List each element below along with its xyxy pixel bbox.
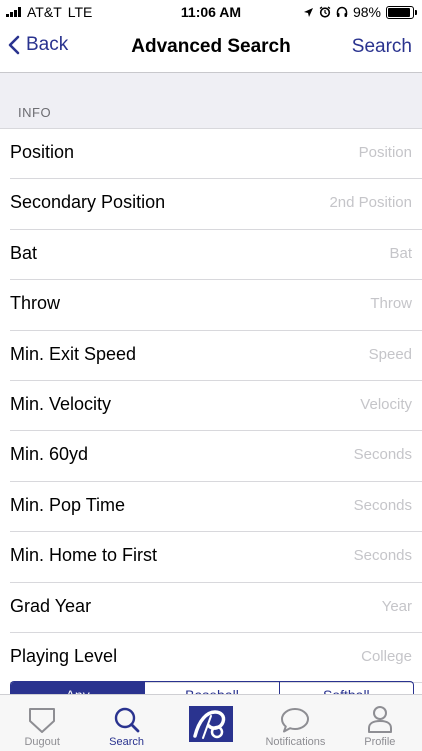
row-min-pop-time[interactable]: Min. Pop Time Seconds (10, 482, 422, 533)
row-label: Playing Level (10, 645, 118, 666)
row-placeholder: College (361, 647, 412, 665)
row-bat[interactable]: Bat Bat (10, 230, 422, 281)
row-secondary-position[interactable]: Secondary Position 2nd Position (10, 179, 422, 230)
section-header-info: INFO (0, 73, 422, 129)
row-placeholder: Velocity (360, 395, 412, 413)
alarm-icon (319, 6, 331, 18)
battery-percent: 98% (352, 4, 381, 20)
row-placeholder: Seconds (353, 446, 412, 464)
row-label: Throw (10, 293, 61, 314)
row-min-exit-speed[interactable]: Min. Exit Speed Speed (10, 331, 422, 381)
tab-label: Notifications (265, 736, 326, 748)
row-min-home-to-first[interactable]: Min. Home to First Seconds (10, 532, 422, 583)
person-icon (367, 706, 392, 733)
tab-notifications[interactable]: Notifications (253, 695, 337, 751)
tab-profile[interactable]: Profile (338, 695, 422, 751)
row-label: Grad Year (10, 595, 92, 616)
row-min-60yd[interactable]: Min. 60yd Seconds (10, 431, 422, 482)
search-button[interactable]: Search (352, 36, 412, 58)
tab-home-logo[interactable] (169, 695, 253, 751)
row-position[interactable]: Position Position (10, 129, 422, 180)
row-placeholder: Year (381, 597, 412, 615)
shield-icon (29, 708, 56, 733)
navigation-bar: Back Advanced Search Search (0, 24, 422, 73)
row-placeholder: Seconds (353, 496, 412, 514)
row-playing-level[interactable]: Playing Level College (10, 633, 422, 684)
back-label: Back (26, 34, 69, 55)
tab-label: Profile (364, 736, 396, 748)
row-label: Min. Pop Time (10, 494, 126, 515)
row-label: Min. Exit Speed (10, 343, 137, 364)
row-label: Bat (10, 242, 38, 263)
status-right: 98% (303, 4, 417, 20)
row-label: Min. 60yd (10, 444, 89, 465)
location-arrow-icon (303, 7, 313, 17)
chevron-left-icon (8, 35, 20, 55)
row-placeholder: Speed (368, 345, 412, 363)
tab-label: Search (109, 736, 145, 748)
row-label: Min. Velocity (10, 393, 112, 414)
tab-search[interactable]: Search (84, 695, 168, 751)
row-label: Position (10, 142, 75, 162)
row-min-velocity[interactable]: Min. Velocity Velocity (10, 381, 422, 432)
headphones-icon (336, 6, 348, 17)
back-button[interactable]: Back (8, 34, 68, 56)
app-logo-icon (189, 706, 234, 742)
tab-label: Dugout (24, 736, 60, 748)
row-label: Min. Home to First (10, 545, 158, 566)
tab-dugout[interactable]: Dugout (0, 695, 84, 751)
search-icon (114, 707, 140, 733)
status-bar: AT&T LTE 11:06 AM 98% (0, 0, 422, 24)
tab-bar: Dugout Search Notifications Profile (0, 694, 422, 751)
row-placeholder: Bat (389, 244, 412, 262)
row-throw[interactable]: Throw Throw (10, 280, 422, 331)
row-label: Secondary Position (10, 192, 166, 213)
row-placeholder: 2nd Position (329, 194, 412, 212)
battery-icon (386, 5, 417, 19)
row-placeholder: Throw (370, 295, 412, 313)
section-title: INFO (18, 105, 52, 120)
row-placeholder: Position (358, 144, 412, 161)
chat-bubble-icon (281, 708, 310, 733)
row-grad-year[interactable]: Grad Year Year (10, 583, 422, 633)
filter-list: Position Position Secondary Position 2nd P… (0, 129, 422, 684)
row-placeholder: Seconds (353, 547, 412, 565)
